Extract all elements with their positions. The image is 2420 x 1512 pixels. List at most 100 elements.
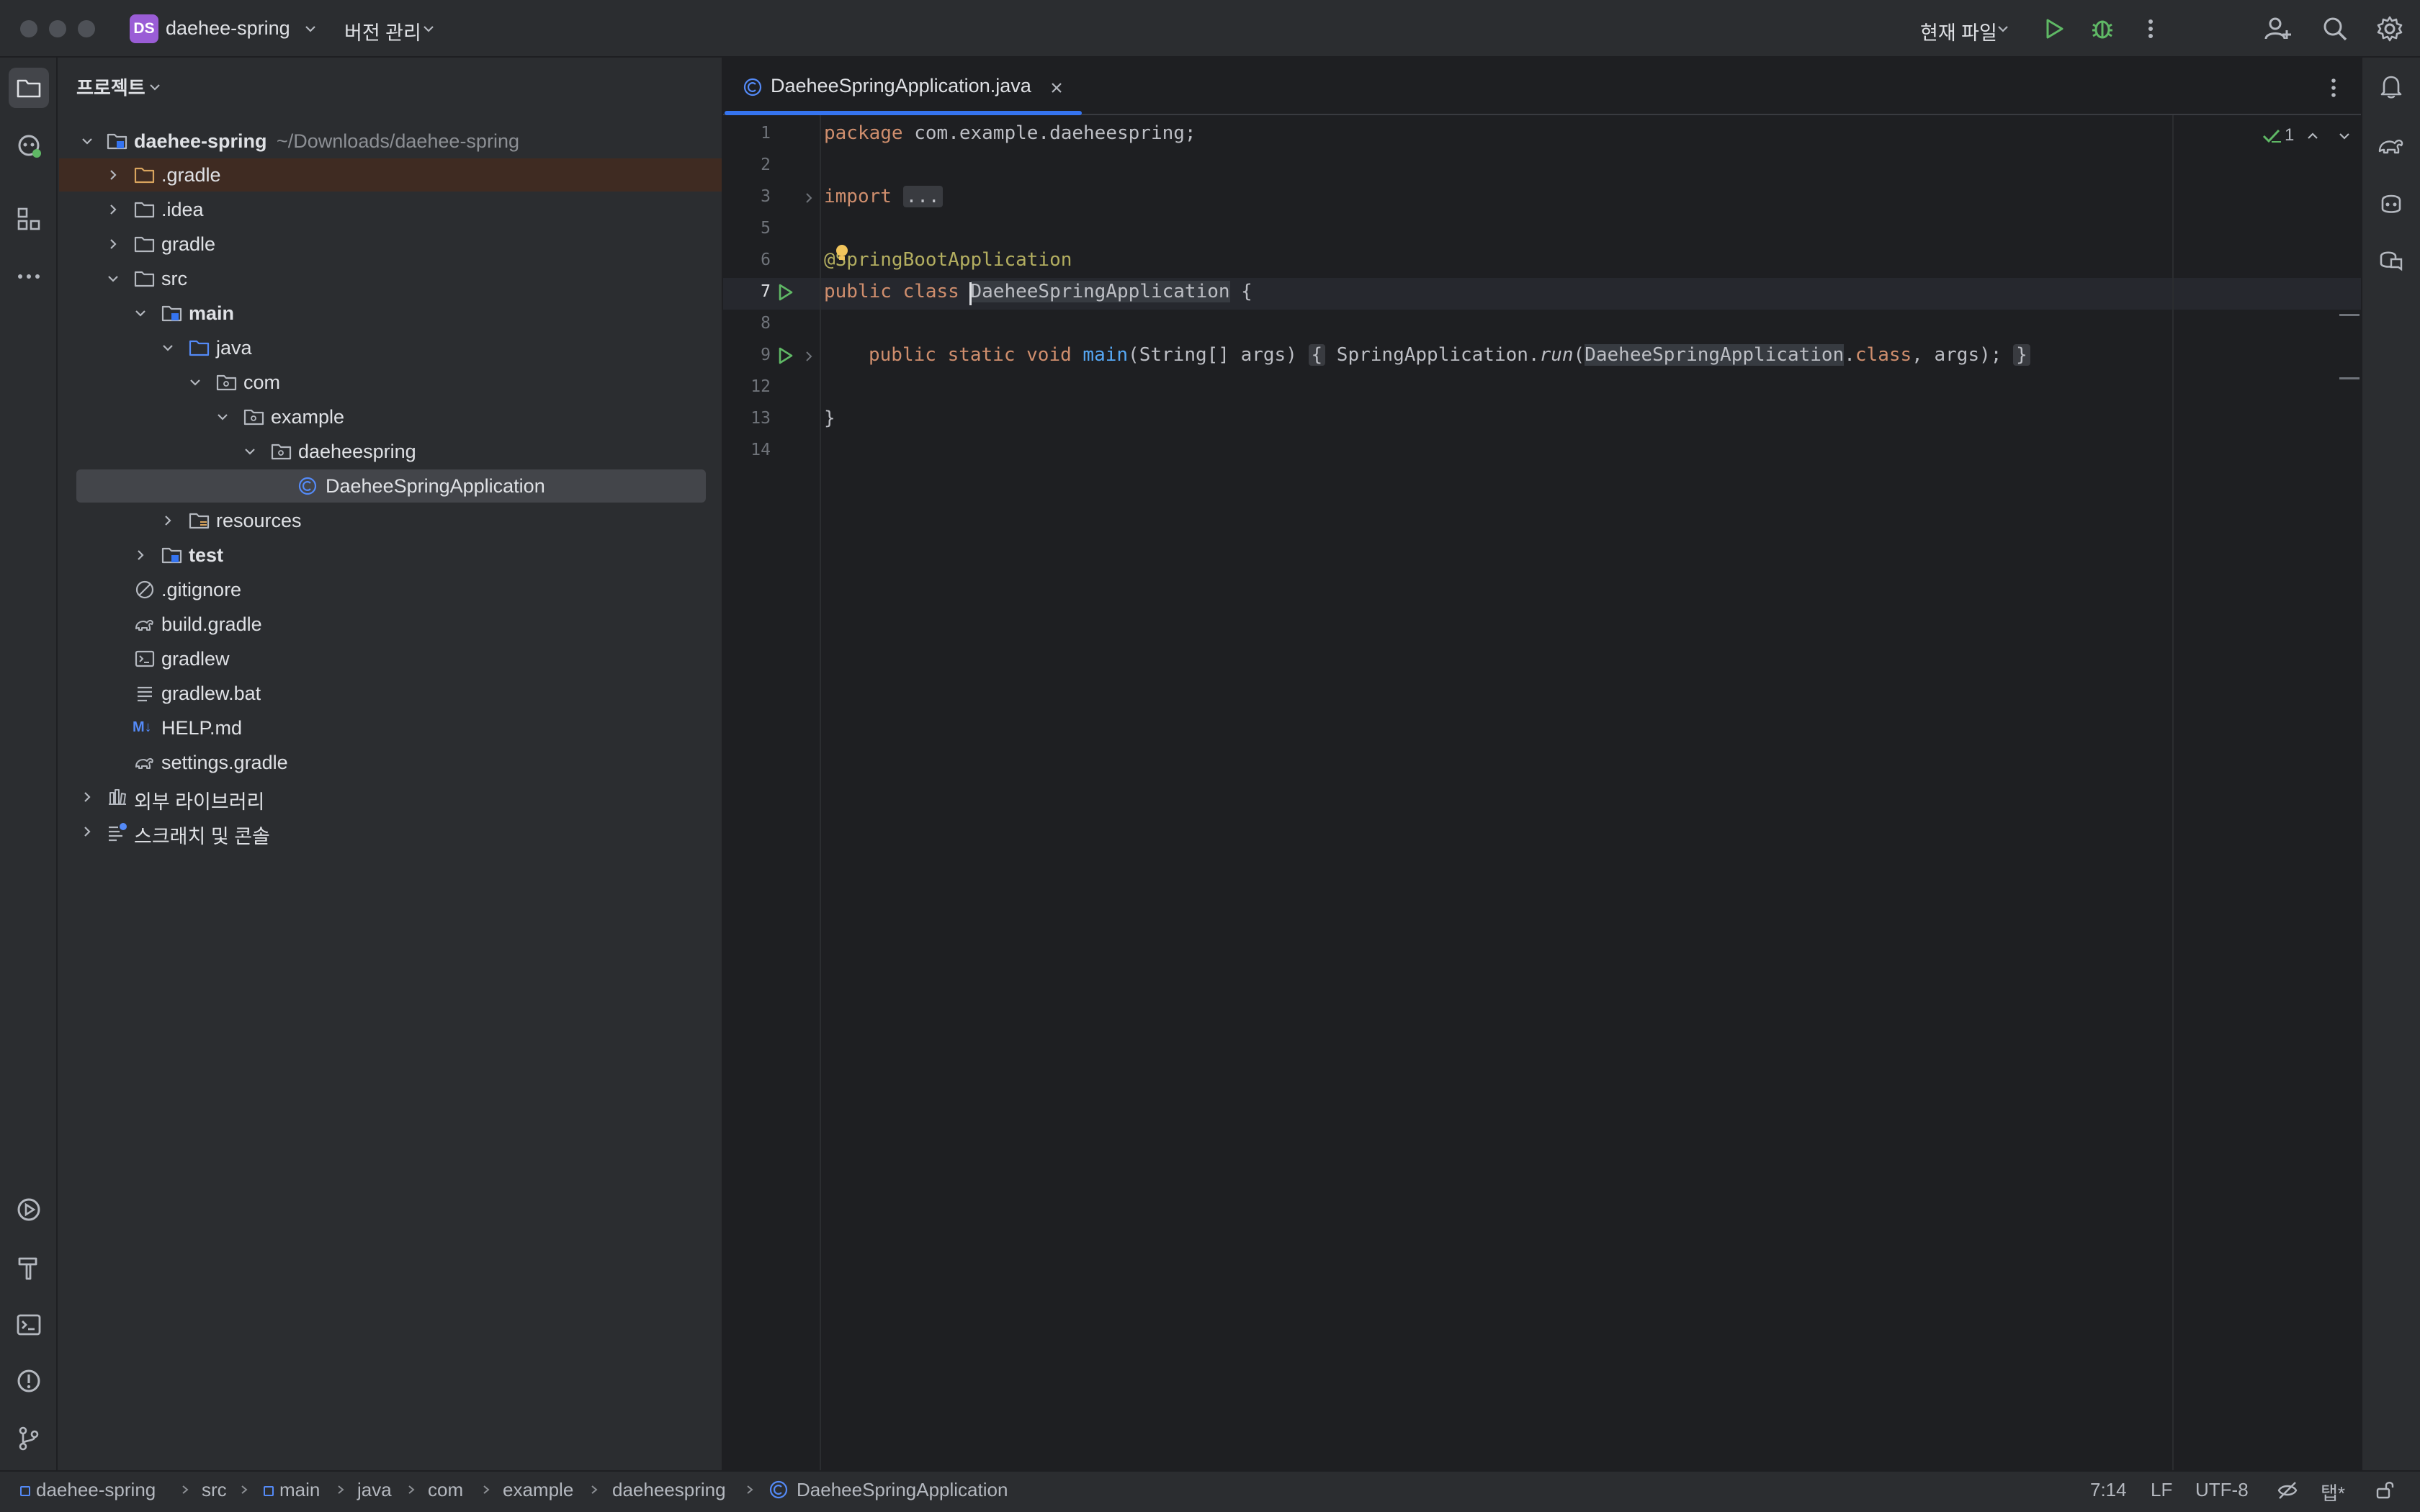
debug-icon[interactable] bbox=[2089, 14, 2116, 42]
breadcrumb-item[interactable]: daehee-spring bbox=[36, 1479, 156, 1501]
terminal-tool-button[interactable] bbox=[9, 1305, 49, 1345]
inspection-count[interactable]: 1 bbox=[2285, 125, 2294, 145]
run-gutter-icon[interactable] bbox=[775, 346, 795, 366]
tree-item-gitignore[interactable]: .gitignore bbox=[76, 573, 706, 606]
tree-item-test[interactable]: test bbox=[76, 539, 706, 572]
chevron-right-icon bbox=[483, 1485, 490, 1494]
more-tools-button[interactable] bbox=[9, 256, 49, 297]
tree-item-gradlew[interactable]: gradlew bbox=[76, 642, 706, 675]
tree-item-gradle-dir[interactable]: .gradle bbox=[59, 158, 722, 192]
chevron-right-icon bbox=[84, 792, 91, 802]
settings-gear-icon[interactable] bbox=[2375, 14, 2404, 43]
ai-disabled-icon[interactable] bbox=[2276, 1479, 2299, 1502]
run-config-selector[interactable]: 현재 파일 bbox=[1920, 17, 1997, 45]
fold-chevron-icon[interactable] bbox=[802, 350, 815, 363]
more-vertical-icon[interactable] bbox=[2138, 16, 2164, 42]
copilot-icon[interactable] bbox=[2377, 189, 2406, 217]
tree-item-gradle[interactable]: gradle bbox=[76, 228, 706, 261]
tree-item-example[interactable]: example bbox=[76, 400, 706, 433]
chevron-down-icon bbox=[82, 138, 92, 145]
search-icon[interactable] bbox=[2321, 14, 2349, 43]
git-tool-button[interactable] bbox=[9, 1418, 49, 1459]
breadcrumb-item[interactable]: example bbox=[503, 1479, 573, 1501]
caret-position[interactable]: 7:14 bbox=[2090, 1479, 2127, 1501]
vcs-menu[interactable]: 버전 관리 bbox=[344, 17, 421, 45]
line-number: 5 bbox=[761, 219, 771, 238]
tree-label: daehee-spring bbox=[134, 130, 267, 152]
breadcrumb-item[interactable]: src bbox=[202, 1479, 227, 1501]
tree-label: main bbox=[189, 302, 235, 324]
tree-item-idea-dir[interactable]: .idea bbox=[76, 193, 706, 226]
chevron-down-icon[interactable] bbox=[2338, 130, 2351, 143]
close-window-button[interactable] bbox=[20, 20, 37, 37]
tree-item-app-class[interactable]: DaeheeSpringApplication bbox=[76, 469, 706, 503]
notifications-bell-icon[interactable] bbox=[2377, 72, 2406, 101]
chevron-down-icon bbox=[163, 345, 173, 351]
chevron-up-icon[interactable] bbox=[2306, 130, 2319, 143]
tree-item-help-md[interactable]: M↓ HELP.md bbox=[76, 711, 706, 744]
folder-icon bbox=[134, 167, 155, 184]
project-panel-title[interactable]: 프로젝트 bbox=[76, 73, 145, 100]
tree-item-src[interactable]: src bbox=[76, 262, 706, 295]
run-gutter-icon[interactable] bbox=[775, 282, 795, 302]
check-icon[interactable] bbox=[2262, 127, 2283, 145]
tree-item-external-libraries[interactable]: 외부 라이브러리 bbox=[76, 780, 706, 814]
breadcrumb-item[interactable]: DaeheeSpringApplication bbox=[797, 1479, 1008, 1501]
tree-label: 외부 라이브러리 bbox=[134, 791, 265, 813]
build-tool-button[interactable] bbox=[9, 1247, 49, 1287]
tree-item-java[interactable]: java bbox=[76, 331, 706, 364]
tree-item-build-gradle[interactable]: build.gradle bbox=[76, 608, 706, 641]
services-tool-button[interactable] bbox=[9, 1189, 49, 1230]
tree-label: test bbox=[189, 544, 224, 566]
editor-tab[interactable]: DaeheeSpringApplication.java bbox=[725, 58, 1082, 115]
gradle-tool-icon[interactable] bbox=[2377, 131, 2406, 160]
module-folder-icon bbox=[107, 133, 127, 150]
tree-item-resources[interactable]: resources bbox=[76, 504, 706, 537]
project-switcher[interactable]: daehee-spring bbox=[166, 17, 290, 40]
line-number: 2 bbox=[761, 156, 771, 174]
code-editor[interactable] bbox=[723, 115, 2361, 1470]
tree-item-root[interactable]: daehee-spring ~/Downloads/daehee-spring bbox=[76, 125, 706, 158]
structure-tool-button[interactable] bbox=[9, 199, 49, 239]
breadcrumb-item[interactable]: main bbox=[279, 1479, 320, 1501]
tree-item-gradlew-bat[interactable]: gradlew.bat bbox=[76, 677, 706, 710]
indent-setting[interactable]: 탭* bbox=[2321, 1479, 2345, 1506]
code-line: @SpringBootApplication bbox=[824, 249, 1072, 271]
chevron-right-icon bbox=[84, 827, 91, 837]
problems-icon bbox=[17, 1369, 40, 1392]
fold-chevron-icon[interactable] bbox=[802, 192, 815, 204]
line-separator[interactable]: LF bbox=[2151, 1479, 2172, 1501]
chevron-down-icon bbox=[218, 414, 228, 420]
module-folder-icon bbox=[161, 547, 182, 564]
package-icon bbox=[216, 374, 237, 391]
unlock-icon[interactable] bbox=[2374, 1479, 2396, 1500]
tree-item-scratches[interactable]: 스크래치 및 콘솔 bbox=[76, 815, 706, 848]
class-icon bbox=[769, 1480, 788, 1499]
add-user-icon[interactable] bbox=[2263, 14, 2292, 43]
zoom-window-button[interactable] bbox=[78, 20, 95, 37]
tree-item-com[interactable]: com bbox=[76, 366, 706, 399]
run-icon[interactable] bbox=[2041, 16, 2067, 42]
chevron-right-icon bbox=[182, 1485, 189, 1494]
gutter-separator bbox=[820, 115, 821, 1470]
problems-tool-button[interactable] bbox=[9, 1361, 49, 1401]
intention-bulb-icon[interactable] bbox=[834, 243, 850, 262]
copilot-chat-icon[interactable] bbox=[2377, 246, 2406, 275]
project-badge[interactable]: DS bbox=[130, 14, 158, 43]
code-line: } bbox=[824, 408, 835, 429]
tree-item-main[interactable]: main bbox=[76, 297, 706, 330]
breadcrumb-item[interactable]: daeheespring bbox=[612, 1479, 726, 1501]
project-tool-button[interactable] bbox=[9, 68, 49, 108]
breadcrumb-item[interactable]: com bbox=[428, 1479, 463, 1501]
close-icon[interactable] bbox=[1050, 81, 1063, 94]
services-icon bbox=[17, 1198, 40, 1221]
chevron-right-icon bbox=[747, 1485, 753, 1494]
minimize-window-button[interactable] bbox=[49, 20, 66, 37]
tree-item-daeheespring[interactable]: daeheespring bbox=[76, 435, 706, 468]
file-encoding[interactable]: UTF-8 bbox=[2195, 1479, 2249, 1501]
breadcrumb-item[interactable]: java bbox=[357, 1479, 392, 1501]
tree-item-settings-gradle[interactable]: settings.gradle bbox=[76, 746, 706, 779]
folded-imports[interactable]: ... bbox=[902, 186, 943, 207]
more-vertical-icon[interactable] bbox=[2321, 75, 2347, 101]
commit-tool-button[interactable] bbox=[9, 125, 49, 166]
